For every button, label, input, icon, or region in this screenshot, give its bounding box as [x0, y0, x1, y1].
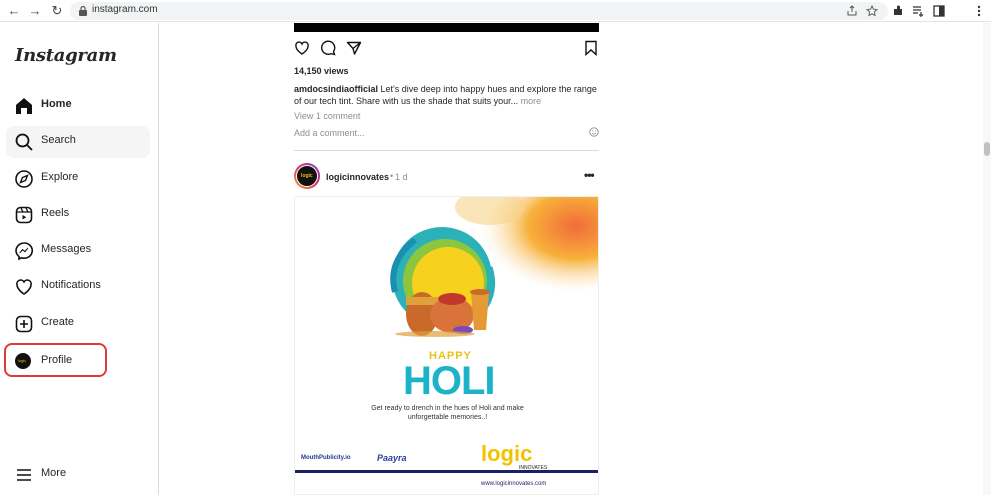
back-button[interactable]: ← — [6, 3, 22, 19]
heart-icon — [16, 279, 32, 295]
sidebar-item-label: Notifications — [41, 279, 101, 291]
holi-text: HOLI — [403, 359, 496, 403]
sidebar-item-label: Reels — [41, 207, 70, 219]
sidebar-item-label: Search — [41, 134, 76, 146]
brand-logo: logic — [481, 441, 533, 466]
reels-icon — [15, 206, 33, 224]
comment-icon[interactable] — [320, 40, 336, 56]
reading-list-icon[interactable] — [911, 4, 925, 18]
sidebar-item-label: Messages — [41, 243, 92, 255]
sidebar-item-notifications[interactable]: Notifications — [6, 271, 150, 303]
scrollbar-track[interactable] — [983, 23, 991, 495]
chrome-menu-icon[interactable] — [972, 4, 986, 18]
view-comments-link[interactable]: View 1 comment — [294, 111, 360, 121]
caption-more-link[interactable]: more — [518, 96, 542, 106]
more-options-icon[interactable]: ••• — [584, 168, 595, 182]
sidebar-item-more[interactable]: More — [6, 459, 150, 491]
sidebar-item-profile[interactable]: logic Profile — [4, 343, 107, 377]
extensions-icon[interactable] — [891, 4, 905, 18]
url-text: instagram.com — [92, 4, 158, 15]
website-text: www.logicinnovates.com — [481, 481, 547, 487]
sidebar: Instagram Home Search Explore Reels Mess… — [0, 23, 159, 495]
sidebar-item-search[interactable]: Search — [6, 126, 150, 158]
sidebar-item-label: Home — [41, 98, 72, 110]
browser-toolbar: ← → ↻ instagram.com — [0, 0, 991, 22]
partner-logo-paayra: Paayra — [377, 453, 407, 463]
scrollbar-thumb[interactable] — [984, 142, 990, 156]
post-time[interactable]: 1 d — [395, 172, 408, 182]
previous-post-media[interactable] — [294, 23, 599, 32]
post-username[interactable]: logicinnovates — [326, 172, 389, 182]
story-ring-avatar[interactable]: logic — [294, 163, 320, 189]
lock-icon — [79, 5, 87, 16]
save-bookmark-icon[interactable] — [583, 40, 599, 56]
share-icon[interactable] — [846, 5, 858, 17]
sidebar-item-messages[interactable]: Messages — [6, 235, 150, 267]
tagline: Get ready to drench in the hues of Holi … — [371, 405, 524, 421]
emoji-icon[interactable] — [589, 127, 599, 137]
post-caption: amdocsindiaofficial Let's dive deep into… — [294, 83, 599, 107]
sidebar-item-create[interactable]: Create — [6, 308, 150, 340]
post-header: logic logicinnovates • 1 d ••• — [294, 163, 599, 191]
compass-icon — [15, 170, 33, 188]
bookmark-star-icon[interactable] — [866, 5, 878, 17]
sidebar-item-label: More — [41, 467, 67, 479]
address-bar[interactable]: instagram.com — [70, 2, 888, 20]
post-image[interactable]: HAPPY HOLI Get ready to drench in the hu… — [294, 196, 599, 495]
avatar: logic — [15, 353, 31, 369]
post-divider — [294, 150, 599, 151]
view-count: 14,150 views — [294, 66, 349, 76]
sidebar-item-label: Explore — [41, 171, 79, 183]
home-icon — [16, 98, 32, 114]
footer-bar — [295, 470, 598, 473]
sidebar-item-label: Profile — [41, 354, 73, 366]
like-heart-icon[interactable] — [294, 40, 310, 56]
share-send-icon[interactable] — [346, 40, 362, 56]
separator-dot: • — [390, 171, 394, 181]
sidebar-item-reels[interactable]: Reels — [6, 199, 150, 231]
sidebar-item-explore[interactable]: Explore — [6, 163, 150, 195]
instagram-logo[interactable]: Instagram — [15, 45, 117, 66]
holi-artwork — [390, 197, 598, 337]
messenger-icon — [15, 242, 34, 261]
side-panel-icon[interactable] — [932, 4, 946, 18]
sidebar-item-home[interactable]: Home — [6, 90, 150, 122]
post-actions — [294, 40, 599, 56]
avatar-text: logic — [301, 173, 313, 179]
forward-button[interactable]: → — [27, 3, 43, 19]
partner-logo-mouthpublicity: MouthPublicity.io — [301, 455, 351, 461]
avatar-text: logic — [18, 358, 27, 363]
caption-username[interactable]: amdocsindiaofficial — [294, 84, 378, 94]
sidebar-item-label: Create — [41, 316, 75, 328]
plus-square-icon — [15, 315, 33, 333]
hamburger-menu-icon — [17, 469, 31, 481]
search-icon — [15, 133, 33, 151]
add-comment-input[interactable]: Add a comment... — [294, 128, 365, 138]
reload-button[interactable]: ↻ — [49, 3, 65, 19]
